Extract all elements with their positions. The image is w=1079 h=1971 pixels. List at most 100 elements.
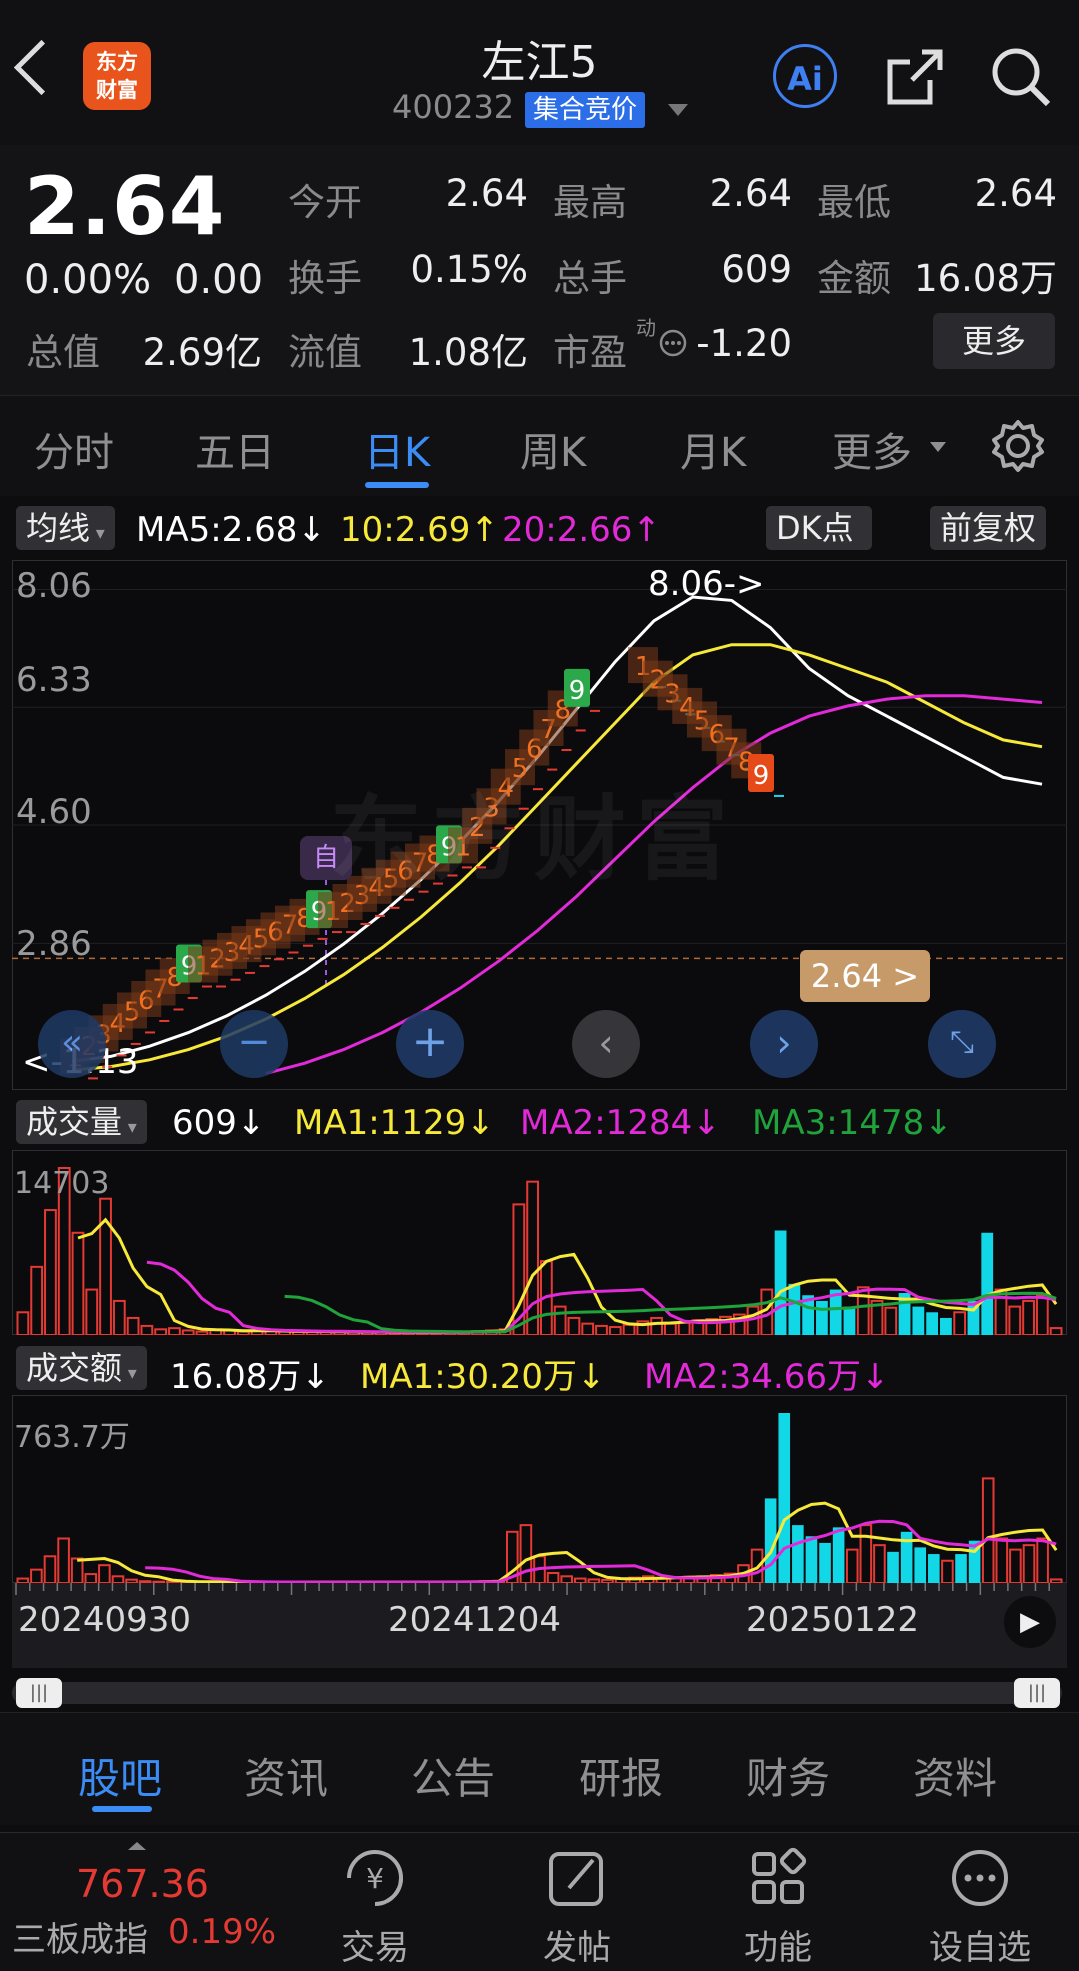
bar (940, 1317, 952, 1335)
volume-title: 成交量 (26, 1103, 123, 1141)
tab-more[interactable]: 更多 (832, 420, 912, 478)
rewind-button[interactable]: « (38, 1010, 106, 1078)
bar (560, 1575, 573, 1583)
post-icon[interactable] (507, 1846, 647, 1910)
trade-icon[interactable]: ¥ (305, 1846, 445, 1910)
adjust-button[interactable]: 前复权 (930, 506, 1047, 550)
bar (778, 1413, 791, 1583)
share-icon[interactable] (882, 44, 948, 110)
dk-point-button[interactable]: DK点 (766, 506, 872, 550)
play-forward-icon[interactable]: ▶ (1004, 1596, 1056, 1648)
bar (1022, 1544, 1036, 1583)
bar (1049, 1327, 1063, 1335)
current-price: 2.64 (24, 160, 226, 253)
tab-monthly-k[interactable]: 月K (680, 420, 746, 478)
index-name[interactable]: 三板成指 (12, 1912, 148, 1961)
tab-weekly-k[interactable]: 周K (520, 420, 586, 478)
vol-ma2-label: MA2:1284 (520, 1103, 693, 1143)
search-icon[interactable] (988, 44, 1054, 110)
bar (805, 1536, 818, 1583)
bar (981, 1232, 994, 1335)
total-cap-value: 2.69亿 (142, 331, 262, 374)
range-handle-right[interactable]: ||| (1014, 1678, 1060, 1708)
active-tab-indicator (365, 482, 429, 488)
turnover-label: 换手 (288, 257, 362, 300)
vol-ma2: MA2:1284↓ (520, 1103, 721, 1143)
gear-icon[interactable] (990, 418, 1046, 474)
amount-current: 16.08万↓ (170, 1349, 330, 1398)
svg-text:¥: ¥ (366, 1862, 384, 1895)
bar (845, 1548, 859, 1583)
expand-icon[interactable] (128, 1842, 146, 1850)
range-handle-left[interactable]: ||| (16, 1678, 62, 1708)
bar (792, 1525, 804, 1583)
bar (111, 1575, 125, 1583)
bar (1036, 1537, 1049, 1583)
tab-five-day[interactable]: 五日 (195, 420, 275, 478)
bar (154, 1328, 168, 1335)
ma20-value: 20:2.66↑ (502, 510, 661, 550)
open-label: 今开 (288, 181, 362, 224)
tab-finance[interactable]: 财务 (746, 1745, 830, 1806)
tab-profile[interactable]: 资料 (913, 1745, 997, 1806)
nav-trade[interactable]: 交易 (305, 1920, 445, 1969)
more-dots-icon[interactable] (910, 1846, 1050, 1910)
tab-research[interactable]: 研报 (579, 1745, 663, 1806)
turnover-value: 0.15% (410, 248, 528, 291)
volume-svg (16, 1167, 1063, 1335)
bar (30, 1568, 43, 1583)
tab-daily-k[interactable]: 日K (364, 420, 430, 478)
bar (140, 1324, 154, 1335)
amt-ma1-arrow: ↓ (577, 1357, 606, 1397)
tab-news[interactable]: 资讯 (244, 1745, 328, 1806)
index-value[interactable]: 767.36 (76, 1862, 209, 1906)
prev-button[interactable]: ‹ (572, 1010, 640, 1078)
tab-forum[interactable]: 股吧 (78, 1745, 162, 1806)
bar (112, 1299, 126, 1335)
ma10-arrow: ↑ (470, 510, 499, 550)
volume-indicator-selector[interactable]: 成交量 ▾ (16, 1100, 147, 1144)
bar (953, 1311, 967, 1335)
functions-icon[interactable] (708, 1846, 848, 1910)
bar (995, 1537, 1009, 1583)
nav-post[interactable]: 发帖 (507, 1920, 647, 1969)
td-sequence-mark: 9 (748, 753, 774, 792)
fullscreen-icon[interactable]: ⤡ (928, 1010, 996, 1078)
bar (887, 1551, 899, 1583)
dropdown-icon[interactable] (668, 104, 688, 116)
volume-current: 609↓ (172, 1103, 265, 1143)
bar (168, 1327, 181, 1335)
tab-intraday[interactable]: 分时 (34, 420, 114, 478)
info-icon[interactable] (658, 328, 688, 358)
current-price-tag[interactable]: 2.64 > (800, 950, 930, 1002)
nav-functions[interactable]: 功能 (708, 1920, 848, 1969)
bar (1009, 1548, 1022, 1583)
ma20-label: 20:2.66 (502, 510, 633, 550)
bar (816, 1300, 828, 1335)
tab-announcements[interactable]: 公告 (411, 1745, 495, 1806)
zoom-in-button[interactable]: + (396, 1010, 464, 1078)
bar (553, 1305, 567, 1335)
next-button[interactable]: › (750, 1010, 818, 1078)
more-quote-button[interactable]: 更多 (933, 313, 1055, 369)
bar (955, 1554, 967, 1583)
pe-label: 市盈 (553, 331, 627, 374)
ma-selector[interactable]: 均线 ▾ (16, 506, 115, 550)
nav-add-watchlist[interactable]: 设自选 (910, 1920, 1050, 1969)
bar (608, 1326, 622, 1335)
bar (519, 1524, 533, 1583)
vol-ma1-label: MA1:1129 (294, 1103, 467, 1143)
change-value: 0.00 (174, 257, 264, 303)
date-label: 20250122 (746, 1600, 920, 1640)
vol-ma1: MA1:1129↓ (294, 1103, 495, 1143)
stock-code: 400232 (392, 88, 515, 126)
bar (774, 1230, 787, 1335)
ma-selector-label: 均线 (26, 509, 91, 547)
zoom-out-button[interactable]: − (220, 1010, 288, 1078)
range-scrollbar[interactable] (12, 1682, 1062, 1704)
ai-icon[interactable]: Ai (773, 44, 837, 108)
amount-indicator-selector[interactable]: 成交额 ▾ (16, 1346, 147, 1390)
bar (595, 1324, 608, 1335)
y-tick-label: 6.33 (16, 660, 92, 700)
auction-badge[interactable]: 集合竞价 (525, 92, 646, 128)
